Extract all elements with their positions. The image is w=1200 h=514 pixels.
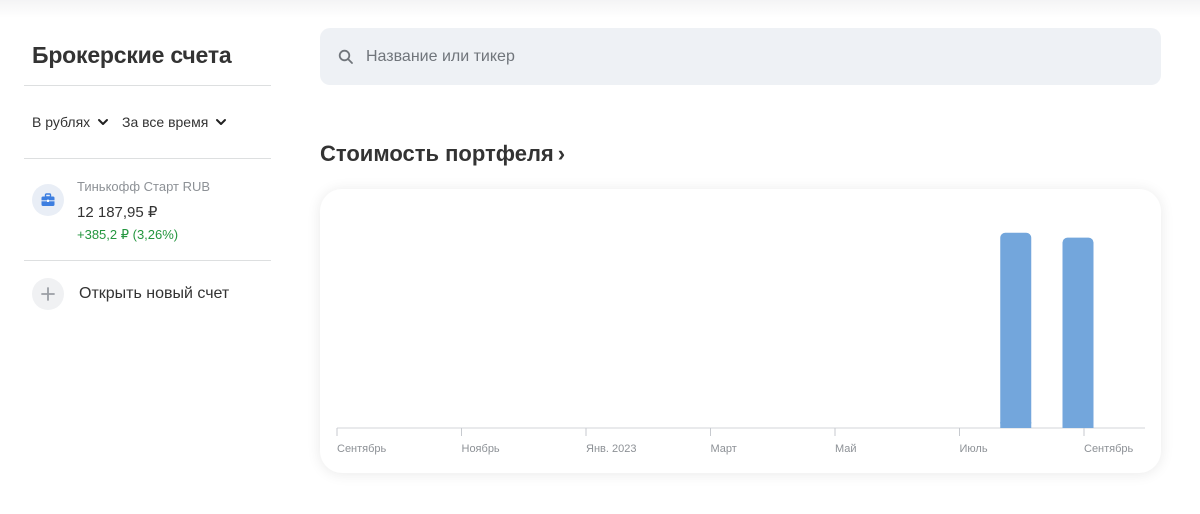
period-filter-dropdown[interactable]: За все время bbox=[122, 114, 228, 130]
plus-icon bbox=[32, 278, 64, 310]
portfolio-value-link[interactable]: Стоимость портфеля › bbox=[320, 141, 565, 167]
x-tick-label: Май bbox=[835, 443, 857, 455]
chart-bar[interactable] bbox=[1000, 232, 1032, 428]
account-value: 12 187,95 ₽ bbox=[77, 204, 158, 221]
chart-canvas: Сентябрь Ноябрь Янв. 2023 Март Май Июль Сентяб… bbox=[336, 232, 1145, 455]
currency-filter-label: В рублях bbox=[32, 114, 91, 130]
open-new-account-button[interactable]: Открыть новый счет bbox=[24, 262, 271, 324]
top-shade bbox=[0, 0, 1200, 18]
currency-filter-dropdown[interactable]: В рублях bbox=[32, 114, 110, 130]
open-new-account-label: Открыть новый счет bbox=[79, 285, 230, 302]
chart-bar-base bbox=[1062, 422, 1094, 428]
portfolio-title: Стоимость портфеля bbox=[320, 141, 554, 166]
chart-bar-base bbox=[1000, 422, 1032, 428]
search-icon bbox=[338, 49, 353, 64]
chevron-right-icon: › bbox=[557, 141, 566, 166]
portfolio-chart: Сентябрь Ноябрь Янв. 2023 Март Май Июль Сентяб… bbox=[320, 189, 1161, 473]
divider bbox=[24, 85, 271, 86]
period-filter-label: За все время bbox=[122, 114, 209, 130]
divider bbox=[24, 158, 271, 159]
chart-bar[interactable] bbox=[1062, 237, 1094, 428]
x-tick-label: Янв. 2023 bbox=[586, 443, 636, 455]
search-bar bbox=[320, 28, 1161, 85]
sidebar-title: Брокерские счета bbox=[32, 42, 232, 68]
account-change: +385,2 ₽ (3,26%) bbox=[77, 227, 179, 242]
x-tick-label: Сентябрь bbox=[1084, 443, 1134, 455]
briefcase-icon bbox=[32, 184, 64, 216]
chevron-down-icon bbox=[216, 119, 227, 125]
account-item[interactable]: Тинькофф Старт RUB 12 187,95 ₽ +385,2 ₽ … bbox=[24, 160, 271, 260]
chevron-down-icon bbox=[98, 119, 109, 125]
account-name: Тинькофф Старт RUB bbox=[77, 179, 211, 194]
x-tick-label: Сентябрь bbox=[337, 443, 387, 455]
x-tick-label: Март bbox=[711, 443, 737, 455]
x-tick-label: Июль bbox=[960, 443, 988, 455]
divider bbox=[24, 260, 271, 261]
x-tick-label: Ноябрь bbox=[462, 443, 500, 455]
search-input[interactable] bbox=[366, 47, 1126, 66]
